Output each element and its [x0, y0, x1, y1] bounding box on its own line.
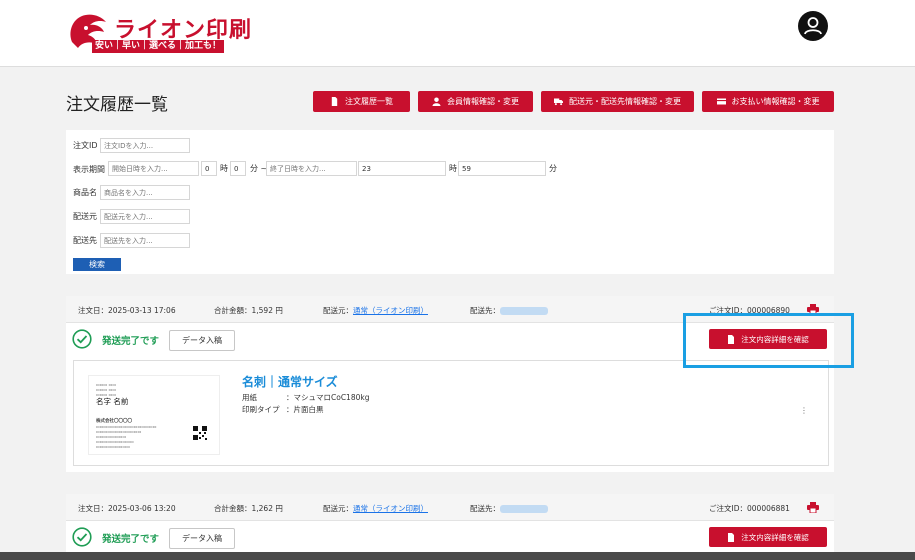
end-date-input[interactable]: [266, 161, 357, 176]
card-name: 名字 名前: [96, 397, 129, 406]
page-title: 注文履歴一覧: [66, 95, 168, 115]
ship-to-redacted: [500, 307, 548, 315]
brand-tagline: 安い｜早い｜選べる｜加工も！: [92, 40, 225, 53]
order-detail-button[interactable]: 注文内容詳細を確認: [709, 527, 827, 547]
period-label: 表示期間: [73, 165, 105, 174]
order-id-input[interactable]: [100, 138, 190, 153]
status-text: 発送完了です: [102, 534, 160, 545]
order-id: ご注文ID：000006881: [709, 504, 790, 513]
ship-from-label: 配送元: [73, 212, 97, 221]
print-type-label: 印刷タイプ: [242, 405, 280, 414]
user-icon: [804, 17, 822, 35]
end-minute-unit: 分: [549, 164, 557, 173]
data-upload-button[interactable]: データ入稿: [169, 528, 235, 549]
product-title: 名刺｜通常サイズ: [242, 375, 338, 389]
data-upload-button[interactable]: データ入稿: [169, 330, 235, 351]
search-button[interactable]: 検索: [73, 258, 121, 271]
product-name-input[interactable]: [100, 185, 190, 200]
order-status-row: 発送完了です データ入稿 注文内容詳細を確認: [66, 520, 834, 552]
start-hour-unit: 時: [220, 164, 228, 173]
paper-value: ：マシュマロCoC180kg: [286, 393, 370, 402]
member-info-label: 会員情報確認・変更: [447, 97, 519, 106]
truck-icon: [554, 98, 563, 106]
ship-to-redacted: [500, 505, 548, 513]
paper-label: 用紙: [242, 393, 257, 402]
order-ship-from: 配送元：通常（ライオン印刷）: [323, 504, 428, 513]
status-text: 発送完了です: [102, 336, 160, 347]
check-circle-icon: [72, 527, 92, 547]
order-ship-to: 配送先：: [470, 503, 548, 514]
ship-from-link[interactable]: 通常（ライオン印刷）: [353, 504, 428, 513]
end-hour-unit: 時: [449, 164, 457, 173]
order-card: 注文日：2025-03-06 13:20 合計金額：1,262 円 配送元：通常…: [66, 494, 834, 560]
order-date: 注文日：2025-03-13 17:06: [78, 306, 176, 315]
end-minute-input[interactable]: [458, 161, 546, 176]
account-button[interactable]: [798, 11, 828, 41]
site-header: ライオン印刷 安い｜早い｜選べる｜加工も！: [0, 0, 915, 67]
shipping-info-button[interactable]: 配送元・配送先情報確認・変更: [541, 91, 694, 112]
start-date-input[interactable]: [108, 161, 199, 176]
window-bottom-edge: [0, 552, 915, 560]
order-id-label: 注文ID: [73, 141, 98, 150]
ship-to-input[interactable]: [100, 233, 190, 248]
credit-card-icon: [716, 98, 726, 105]
order-ship-from: 配送元：通常（ライオン印刷）: [323, 306, 428, 315]
order-total: 合計金額：1,592 円: [214, 306, 283, 315]
order-item: ▭▭▭ ▭▭ ▭▭▭ ▭▭ ▭▭▭ ▭▭ 名字 名前 株式会社〇〇〇〇 ▭▭▭▭…: [73, 360, 829, 466]
payment-info-label: お支払い情報確認・変更: [731, 97, 820, 106]
qr-code-icon: [193, 426, 207, 440]
search-panel: 注文ID 表示期間 時 分 ~ 時 分 商品名 配送元 配送先 検索: [66, 130, 834, 274]
highlight-box: [683, 313, 854, 368]
check-circle-icon: [72, 329, 92, 349]
printer-icon[interactable]: [807, 502, 819, 513]
payment-info-button[interactable]: お支払い情報確認・変更: [702, 91, 834, 112]
ship-to-label: 配送先: [73, 236, 97, 245]
document-icon: [331, 97, 338, 106]
order-date: 注文日：2025-03-06 13:20: [78, 504, 176, 513]
document-icon: [728, 532, 735, 542]
start-minute-unit: 分 ~: [250, 164, 268, 173]
shipping-info-label: 配送元・配送先情報確認・変更: [569, 97, 681, 106]
print-type-value: ：片面白黒: [286, 405, 324, 414]
ship-from-input[interactable]: [100, 209, 190, 224]
order-total: 合計金額：1,262 円: [214, 504, 283, 513]
person-icon: [432, 97, 441, 106]
order-history-button[interactable]: 注文履歴一覧: [313, 91, 410, 112]
card-placeholder-line: ▭▭▭▭▭▭▭▭▭: [96, 444, 131, 449]
more-options-icon[interactable]: ⋮: [800, 406, 808, 415]
order-ship-to: 配送先：: [470, 305, 548, 316]
order-header: 注文日：2025-03-06 13:20 合計金額：1,262 円 配送元：通常…: [66, 494, 834, 521]
order-detail-label: 注文内容詳細を確認: [741, 532, 809, 542]
start-minute-input[interactable]: [230, 161, 246, 176]
business-card-preview: ▭▭▭ ▭▭ ▭▭▭ ▭▭ ▭▭▭ ▭▭ 名字 名前 株式会社〇〇〇〇 ▭▭▭▭…: [88, 375, 220, 455]
product-name-label: 商品名: [73, 188, 97, 197]
brand-logo[interactable]: ライオン印刷 安い｜早い｜選べる｜加工も！: [66, 12, 266, 56]
end-hour-input[interactable]: [358, 161, 446, 176]
start-hour-input[interactable]: [201, 161, 217, 176]
member-info-button[interactable]: 会員情報確認・変更: [418, 91, 533, 112]
ship-from-link[interactable]: 通常（ライオン印刷）: [353, 306, 428, 315]
order-history-label: 注文履歴一覧: [345, 97, 393, 106]
